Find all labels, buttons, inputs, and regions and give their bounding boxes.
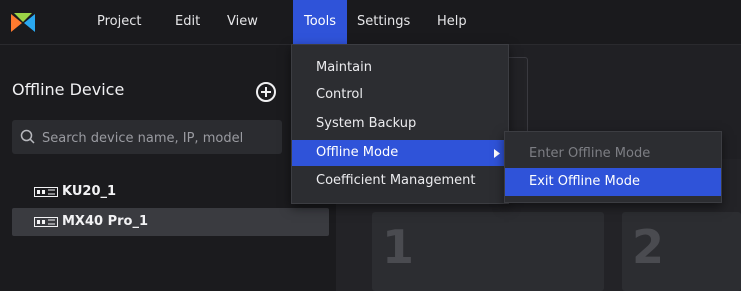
menu-item-enter-offline-mode[interactable]: Enter Offline Mode (505, 140, 721, 168)
menu-settings[interactable]: Settings (347, 0, 420, 44)
menu-item-exit-offline-mode[interactable]: Exit Offline Mode (505, 168, 721, 196)
tools-dropdown-menu: Maintain Control System Backup Offline M… (291, 44, 509, 204)
search-icon (20, 129, 35, 144)
screen-number: 1 (382, 220, 415, 274)
device-label: MX40 Pro_1 (62, 214, 148, 229)
menu-help[interactable]: Help (427, 0, 477, 44)
device-item-mx40[interactable]: MX40 Pro_1 (12, 208, 329, 236)
submenu-arrow-icon (494, 149, 500, 158)
menu-view[interactable]: View (217, 0, 268, 44)
menu-bar: Project Edit View Tools Settings Help (0, 0, 741, 45)
plus-circle-icon[interactable] (255, 81, 277, 103)
screen-card[interactable]: 2 (622, 212, 741, 291)
screen-card[interactable]: 1 (372, 212, 604, 291)
search-input[interactable] (40, 120, 280, 156)
menu-edit[interactable]: Edit (165, 0, 210, 44)
offline-mode-submenu: Enter Offline Mode Exit Offline Mode (504, 131, 722, 203)
app-logo-icon[interactable] (10, 12, 36, 34)
device-item-ku20[interactable]: KU20_1 (12, 178, 329, 206)
device-icon (34, 187, 58, 197)
menu-tools[interactable]: Tools (293, 0, 347, 44)
menu-project[interactable]: Project (87, 0, 151, 44)
menu-item-maintain[interactable]: Maintain (292, 55, 508, 81)
search-box (12, 120, 282, 156)
screen-number: 2 (632, 220, 665, 274)
menu-item-label: Offline Mode (316, 145, 399, 160)
menu-item-coefficient-management[interactable]: Coefficient Management (292, 168, 508, 194)
sidebar: Offline Device KU20_1 MX40 Pro_1 (0, 45, 336, 291)
device-label: KU20_1 (62, 184, 117, 199)
device-icon (34, 217, 58, 227)
menu-item-control[interactable]: Control (292, 82, 508, 108)
sidebar-title: Offline Device (12, 80, 125, 99)
menu-item-offline-mode[interactable]: Offline Mode (292, 140, 508, 166)
menu-item-system-backup[interactable]: System Backup (292, 111, 508, 137)
